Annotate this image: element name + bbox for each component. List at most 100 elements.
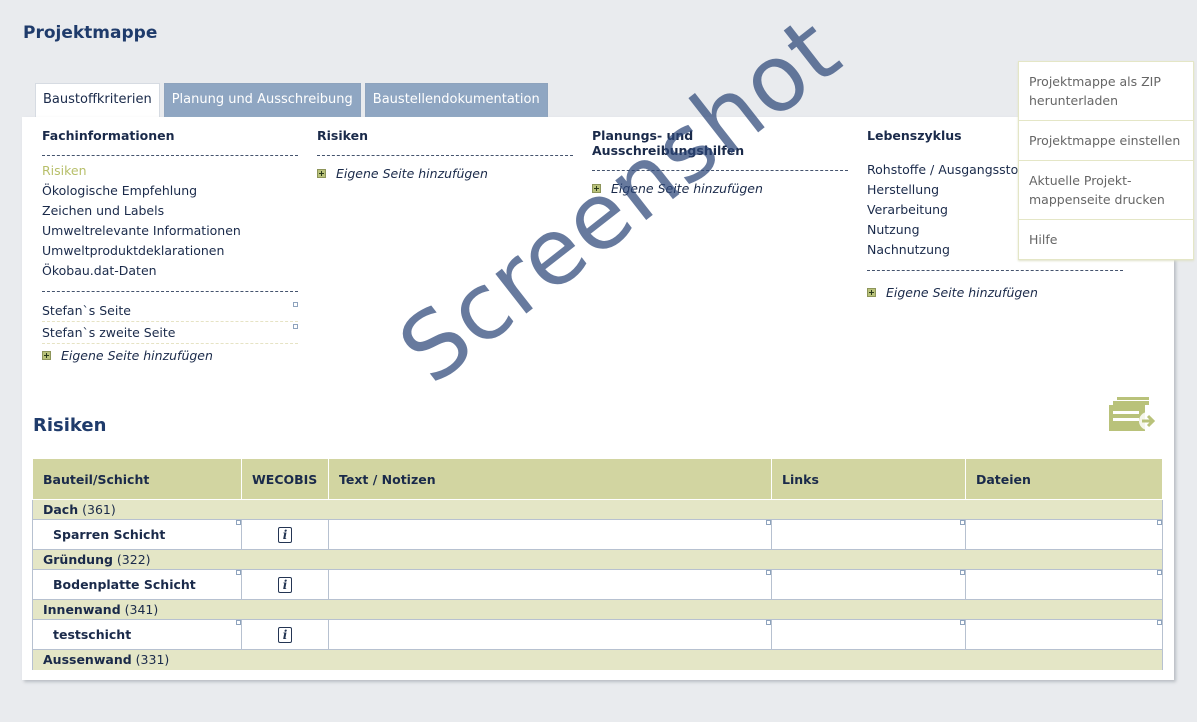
group-count: (341)	[124, 602, 159, 617]
menu-item-print[interactable]: Aktuelle Projekt-mappenseite drucken	[1019, 160, 1193, 219]
layer-label: Sparren Schicht	[53, 527, 166, 542]
menu-item-help[interactable]: Hilfe	[1019, 219, 1193, 259]
info-icon[interactable]: i	[278, 626, 292, 643]
wecobis-cell: i	[241, 619, 329, 650]
layer-label: testschicht	[53, 627, 132, 642]
add-own-page-label: Eigene Seite hinzufügen	[336, 166, 488, 181]
add-own-page-label: Eigene Seite hinzufügen	[886, 285, 1038, 300]
group-row: Innenwand (341)	[32, 599, 1163, 620]
files-cell[interactable]	[965, 569, 1163, 600]
wecobis-cell: i	[241, 519, 329, 550]
column-planungshilfen: Planungs- und Ausschreibungshilfen Eigen…	[592, 128, 848, 196]
resize-handle-icon[interactable]	[236, 570, 241, 575]
tab-planung-ausschreibung[interactable]: Planung und Ausschreibung	[163, 83, 361, 117]
menu-item-settings[interactable]: Projektmappe einstellen	[1019, 120, 1193, 160]
plus-icon	[592, 184, 601, 193]
tab-baustellendokumentation[interactable]: Baustellendokumentation	[364, 83, 548, 117]
add-own-page-button[interactable]: Eigene Seite hinzufügen	[42, 348, 298, 363]
add-own-page-button[interactable]: Eigene Seite hinzufügen	[592, 181, 848, 196]
plus-icon	[42, 351, 51, 360]
resize-handle-icon[interactable]	[236, 620, 241, 625]
link-oekologische-empfehlung[interactable]: Ökologische Empfehlung	[42, 181, 298, 201]
group-count: (361)	[82, 502, 116, 517]
column-header: Text / Notizen	[328, 458, 772, 500]
resize-handle-icon[interactable]	[960, 520, 965, 525]
column-title: Risiken	[317, 128, 573, 156]
group-cell: Gründung (322)	[32, 549, 1163, 570]
info-icon[interactable]: i	[278, 526, 292, 543]
section-title: Risiken	[33, 415, 107, 436]
group-cell: Innenwand (341)	[32, 599, 1163, 620]
add-own-page-label: Eigene Seite hinzufügen	[611, 181, 763, 196]
resize-handle-icon[interactable]	[1157, 570, 1162, 575]
export-table-icon[interactable]	[1108, 397, 1158, 433]
layer-name: Bodenplatte Schicht	[32, 569, 242, 600]
resize-handle-icon[interactable]	[293, 324, 298, 329]
notes-cell[interactable]	[328, 519, 772, 550]
own-page-label: Stefan`s Seite	[42, 303, 131, 318]
options-dropdown-menu: Projektmappe als ZIP herunterladen Proje…	[1018, 61, 1194, 260]
layer-name: Sparren Schicht	[32, 519, 242, 550]
table-header-row: Bauteil/Schicht WECOBIS Text / Notizen L…	[32, 458, 1163, 500]
info-icon[interactable]: i	[278, 576, 292, 593]
notes-cell[interactable]	[328, 619, 772, 650]
table-row: Bodenplatte Schicht i	[32, 569, 1163, 600]
group-cell: Aussenwand (331)	[32, 649, 1163, 670]
resize-handle-icon[interactable]	[293, 302, 298, 307]
column-header: WECOBIS	[241, 458, 329, 500]
plus-icon	[317, 169, 326, 178]
column-risiken: Risiken Eigene Seite hinzufügen	[317, 128, 573, 181]
link-risiken[interactable]: Risiken	[42, 161, 298, 181]
menu-item-download-zip[interactable]: Projektmappe als ZIP herunterladen	[1019, 62, 1193, 120]
plus-icon	[867, 288, 876, 297]
own-page-link[interactable]: Stefan`s Seite	[42, 300, 298, 322]
resize-handle-icon[interactable]	[766, 620, 771, 625]
column-header: Dateien	[965, 458, 1163, 500]
layer-name: testschicht	[32, 619, 242, 650]
link-oekobau-dat-daten[interactable]: Ökobau.dat-Daten	[42, 261, 298, 281]
links-cell[interactable]	[771, 519, 966, 550]
links-cell[interactable]	[771, 569, 966, 600]
group-name: Gründung	[43, 552, 113, 567]
column-fachinformationen: Fachinformationen Risiken Ökologische Em…	[42, 128, 298, 363]
layer-label: Bodenplatte Schicht	[53, 577, 196, 592]
table-row: testschicht i	[32, 619, 1163, 650]
files-cell[interactable]	[965, 619, 1163, 650]
resize-handle-icon[interactable]	[960, 570, 965, 575]
resize-handle-icon[interactable]	[1157, 620, 1162, 625]
link-umweltrelevante-informationen[interactable]: Umweltrelevante Informationen	[42, 221, 298, 241]
column-header: Bauteil/Schicht	[32, 458, 242, 500]
add-own-page-label: Eigene Seite hinzufügen	[61, 348, 213, 363]
resize-handle-icon[interactable]	[766, 570, 771, 575]
own-page-link[interactable]: Stefan`s zweite Seite	[42, 322, 298, 344]
links-cell[interactable]	[771, 619, 966, 650]
group-count: (322)	[116, 552, 151, 567]
link-list: Risiken Ökologische Empfehlung Zeichen u…	[42, 156, 298, 292]
resize-handle-icon[interactable]	[766, 520, 771, 525]
group-count: (331)	[135, 652, 170, 668]
add-own-page-button[interactable]: Eigene Seite hinzufügen	[317, 166, 573, 181]
link-umweltproduktdeklarationen[interactable]: Umweltproduktdeklarationen	[42, 241, 298, 261]
own-pages-list: Stefan`s Seite Stefan`s zweite Seite	[42, 300, 298, 344]
tab-bar: Baustoffkriterien Planung und Ausschreib…	[35, 83, 548, 118]
wecobis-cell: i	[241, 569, 329, 600]
group-name: Aussenwand	[43, 652, 132, 668]
content-panel: Fachinformationen Risiken Ökologische Em…	[22, 117, 1174, 680]
resize-handle-icon[interactable]	[236, 520, 241, 525]
risk-table: Bauteil/Schicht WECOBIS Text / Notizen L…	[32, 458, 1163, 670]
files-cell[interactable]	[965, 519, 1163, 550]
add-own-page-button[interactable]: Eigene Seite hinzufügen	[867, 285, 1123, 300]
link-zeichen-labels[interactable]: Zeichen und Labels	[42, 201, 298, 221]
group-row: Dach (361)	[32, 499, 1163, 520]
group-name: Innenwand	[43, 602, 121, 617]
resize-handle-icon[interactable]	[1157, 520, 1162, 525]
group-cell: Dach (361)	[32, 499, 1163, 520]
resize-handle-icon[interactable]	[960, 620, 965, 625]
table-row: Sparren Schicht i	[32, 519, 1163, 550]
tab-baustoffkriterien[interactable]: Baustoffkriterien	[35, 83, 160, 118]
own-page-label: Stefan`s zweite Seite	[42, 325, 176, 340]
notes-cell[interactable]	[328, 569, 772, 600]
column-header: Links	[771, 458, 966, 500]
page-title: Projektmappe	[23, 23, 158, 43]
group-row: Gründung (322)	[32, 549, 1163, 570]
